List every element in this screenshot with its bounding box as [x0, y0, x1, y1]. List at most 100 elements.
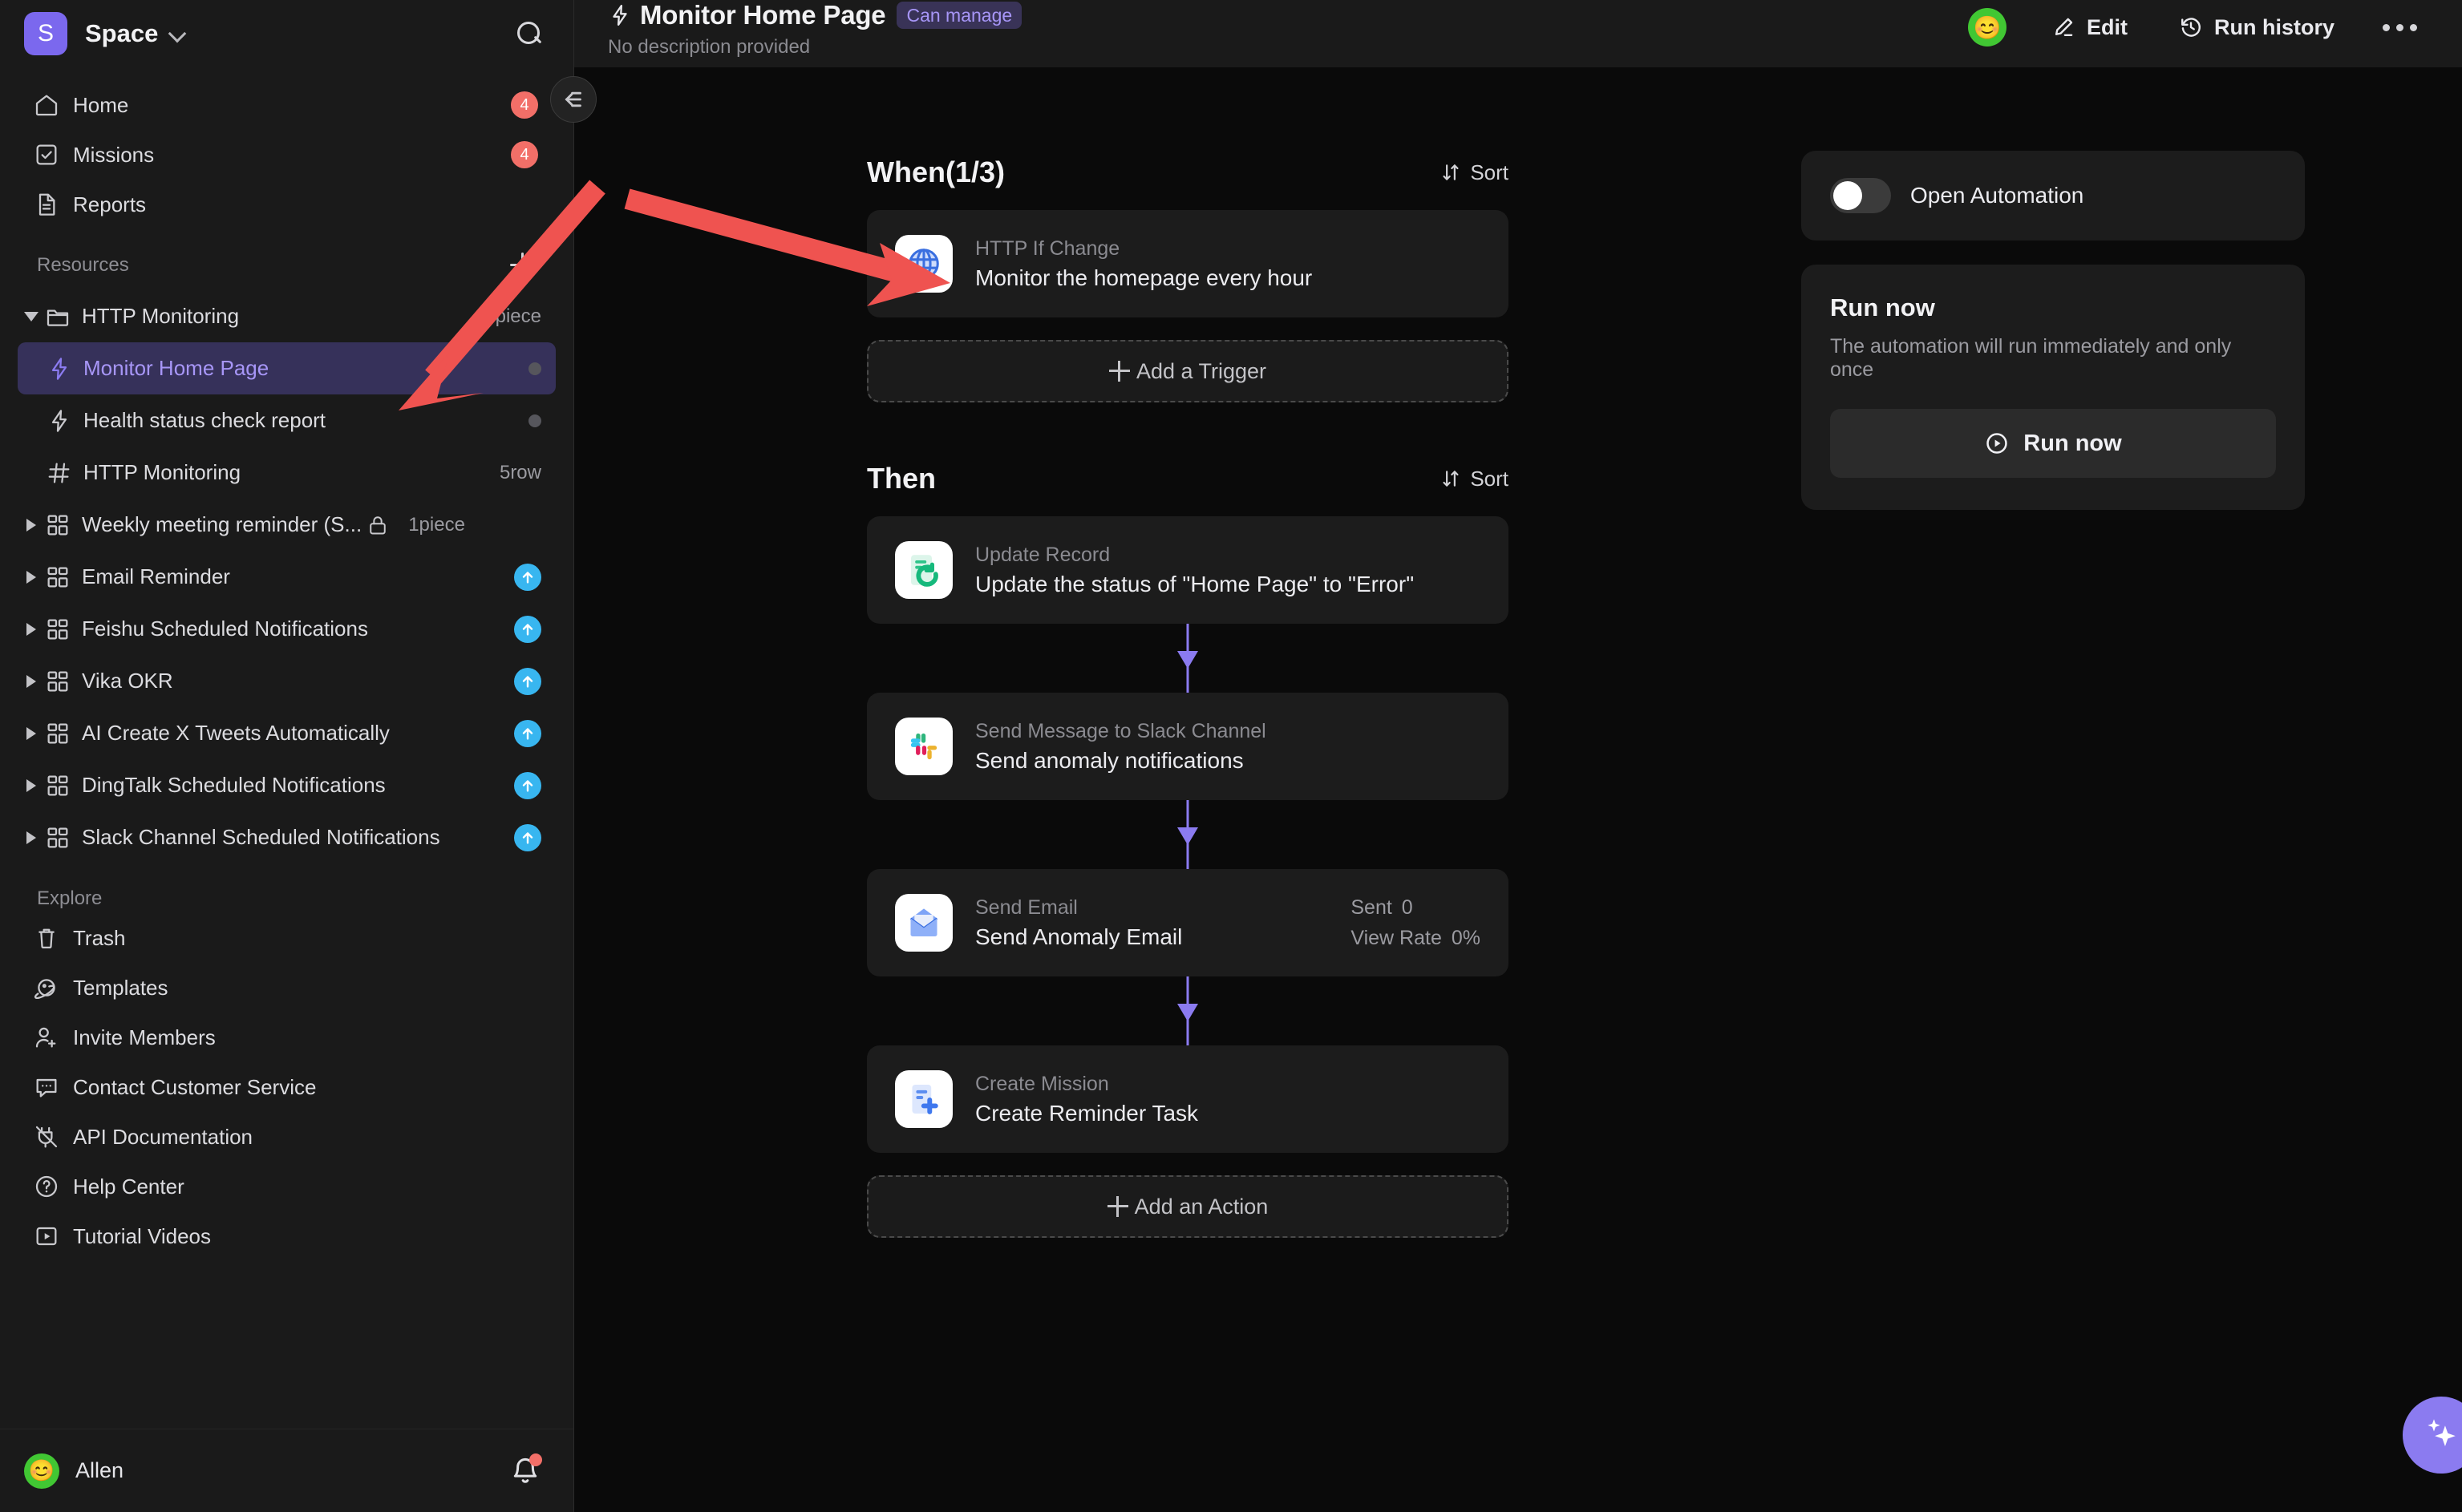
email-icon: [895, 894, 953, 952]
avatar[interactable]: 😊: [1967, 8, 2006, 46]
bolt-icon: [608, 2, 632, 29]
ai-assistant-button[interactable]: [2403, 1397, 2462, 1474]
more-options-icon[interactable]: [2375, 13, 2425, 42]
upgrade-icon[interactable]: [514, 719, 541, 747]
page-description[interactable]: No description provided: [608, 36, 1022, 59]
tree-item-monitor-home-page[interactable]: Monitor Home Page: [18, 342, 556, 394]
sidebar-item-api-documentation[interactable]: API Documentation: [18, 1112, 556, 1162]
sidebar-item-reports[interactable]: Reports: [18, 180, 556, 229]
tree-item-feishu-scheduled-notifications[interactable]: Feishu Scheduled Notifications: [18, 603, 556, 655]
slack-icon: [895, 718, 953, 775]
primary-nav: Home 4 Missions 4 Reports: [0, 67, 573, 229]
edit-button[interactable]: Edit: [2040, 10, 2139, 45]
arrow-down-icon: [1177, 827, 1198, 845]
toggle-knob: [1833, 181, 1862, 210]
app-root: S Space Home 4 Missions 4 Reports Resour…: [0, 0, 2462, 1512]
tree-item-label: Health status check report: [83, 408, 326, 432]
stat-label: Sent: [1350, 895, 1392, 919]
resource-tree: HTTP Monitoring 3piece Monitor Home Page…: [0, 290, 573, 863]
bolt-icon: [47, 356, 72, 382]
then-title: Then: [867, 462, 936, 495]
run-now-title: Run now: [1830, 293, 1935, 321]
tree-item-http-monitoring-folder[interactable]: HTTP Monitoring 3piece: [18, 290, 556, 342]
sidebar-item-contact-customer-service[interactable]: Contact Customer Service: [18, 1062, 556, 1112]
upgrade-icon[interactable]: [514, 771, 541, 799]
bell-icon[interactable]: [509, 1453, 542, 1489]
sort-icon: [1443, 471, 1459, 487]
right-rail: Open Automation Run now The automation w…: [1801, 67, 2363, 1512]
explore-nav: Trash Templates Invite Members Contact C…: [0, 910, 573, 1261]
plus-icon: [1108, 361, 1130, 382]
content-area: When(1/3) Sort HTTP If Change Monitor th…: [574, 67, 2462, 1512]
caret-down-icon[interactable]: [18, 311, 45, 321]
space-logo: S: [24, 12, 67, 55]
sidebar-item-help-center[interactable]: Help Center: [18, 1162, 556, 1211]
sidebar-item-home[interactable]: Home 4: [18, 80, 556, 130]
caret-right-icon[interactable]: [18, 831, 45, 844]
collapse-sidebar-button[interactable]: [550, 76, 597, 123]
search-icon[interactable]: [512, 18, 545, 50]
chevron-down-icon[interactable]: [169, 25, 187, 42]
caret-right-icon[interactable]: [18, 726, 45, 740]
caret-right-icon[interactable]: [18, 778, 45, 792]
action-card-send-email[interactable]: Send Email Send Anomaly Email Sent 0 Vie…: [867, 869, 1508, 976]
tree-item-dingtalk-scheduled-notifications[interactable]: DingTalk Scheduled Notifications: [18, 759, 556, 811]
tree-item-email-reminder[interactable]: Email Reminder: [18, 551, 556, 603]
tree-item-label: Weekly meeting reminder (S...: [82, 512, 362, 536]
stat-sent: Sent 0: [1350, 896, 1480, 920]
document-icon: [34, 192, 59, 217]
resources-section-header: Resources: [0, 241, 573, 290]
tree-item-http-monitoring-table[interactable]: HTTP Monitoring 5row: [18, 447, 556, 499]
when-sort-button[interactable]: Sort: [1440, 160, 1508, 185]
upgrade-icon[interactable]: [514, 615, 541, 643]
home-badge: 4: [511, 91, 538, 119]
run-history-button[interactable]: Run history: [2168, 10, 2346, 45]
caret-right-icon[interactable]: [18, 518, 45, 532]
upgrade-icon[interactable]: [514, 823, 541, 851]
top-actions: 😊 Edit Run history: [1967, 0, 2425, 46]
tree-item-count: 5row: [499, 461, 541, 483]
then-sort-button[interactable]: Sort: [1440, 467, 1508, 491]
add-trigger-label: Add a Trigger: [1136, 358, 1267, 383]
tree-item-label: AI Create X Tweets Automatically: [82, 721, 390, 745]
trigger-card-http-if-change[interactable]: HTTP If Change Monitor the homepage ever…: [867, 210, 1508, 317]
dashboard-icon: [45, 773, 71, 798]
sidebar-item-label: Invite Members: [73, 1025, 216, 1049]
add-trigger-button[interactable]: Add a Trigger: [867, 340, 1508, 402]
main-area: Monitor Home Page Can manage No descript…: [574, 0, 2462, 1512]
dashboard-icon: [45, 669, 71, 694]
action-card-update-record[interactable]: Update Record Update the status of "Home…: [867, 516, 1508, 624]
sparkles-icon: [2428, 1419, 2456, 1446]
action-card-send-message-to-slack-channel[interactable]: Send Message to Slack Channel Send anoma…: [867, 693, 1508, 800]
sidebar-item-label: Home: [73, 92, 129, 117]
flow-connector: [867, 800, 1508, 869]
upgrade-icon[interactable]: [514, 563, 541, 591]
add-resource-button[interactable]: [508, 250, 538, 281]
update-record-icon: [895, 541, 953, 599]
tree-item-slack-channel-scheduled-notifications[interactable]: Slack Channel Scheduled Notifications: [18, 811, 556, 863]
upgrade-icon[interactable]: [514, 667, 541, 695]
sidebar-user-bar[interactable]: 😊 Allen: [0, 1429, 573, 1512]
tree-item-vika-okr[interactable]: Vika OKR: [18, 655, 556, 707]
tree-item-health-status-check-report[interactable]: Health status check report: [18, 394, 556, 447]
page-title: Monitor Home Page: [640, 0, 886, 30]
history-icon: [2181, 18, 2201, 37]
sidebar-item-missions[interactable]: Missions 4: [18, 130, 556, 180]
caret-right-icon[interactable]: [18, 674, 45, 688]
sidebar-item-invite-members[interactable]: Invite Members: [18, 1013, 556, 1062]
caret-right-icon[interactable]: [18, 570, 45, 584]
tree-item-weekly-meeting-reminder[interactable]: Weekly meeting reminder (S... 1piece: [18, 499, 556, 551]
action-card-create-mission[interactable]: Create Mission Create Reminder Task: [867, 1045, 1508, 1153]
tree-item-ai-create-x-tweets-automatically[interactable]: AI Create X Tweets Automatically: [18, 707, 556, 759]
sidebar-item-label: API Documentation: [73, 1124, 253, 1149]
add-action-button[interactable]: Add an Action: [867, 1175, 1508, 1238]
sidebar-header: S Space: [0, 0, 573, 67]
open-automation-toggle[interactable]: [1830, 178, 1891, 213]
sidebar-item-trash[interactable]: Trash: [18, 913, 556, 963]
sidebar-item-templates[interactable]: Templates: [18, 963, 556, 1013]
caret-right-icon[interactable]: [18, 622, 45, 636]
open-automation-label: Open Automation: [1910, 183, 2084, 208]
run-now-button[interactable]: Run now: [1830, 409, 2276, 478]
permission-badge: Can manage: [897, 1, 1022, 30]
sidebar-item-tutorial-videos[interactable]: Tutorial Videos: [18, 1211, 556, 1261]
